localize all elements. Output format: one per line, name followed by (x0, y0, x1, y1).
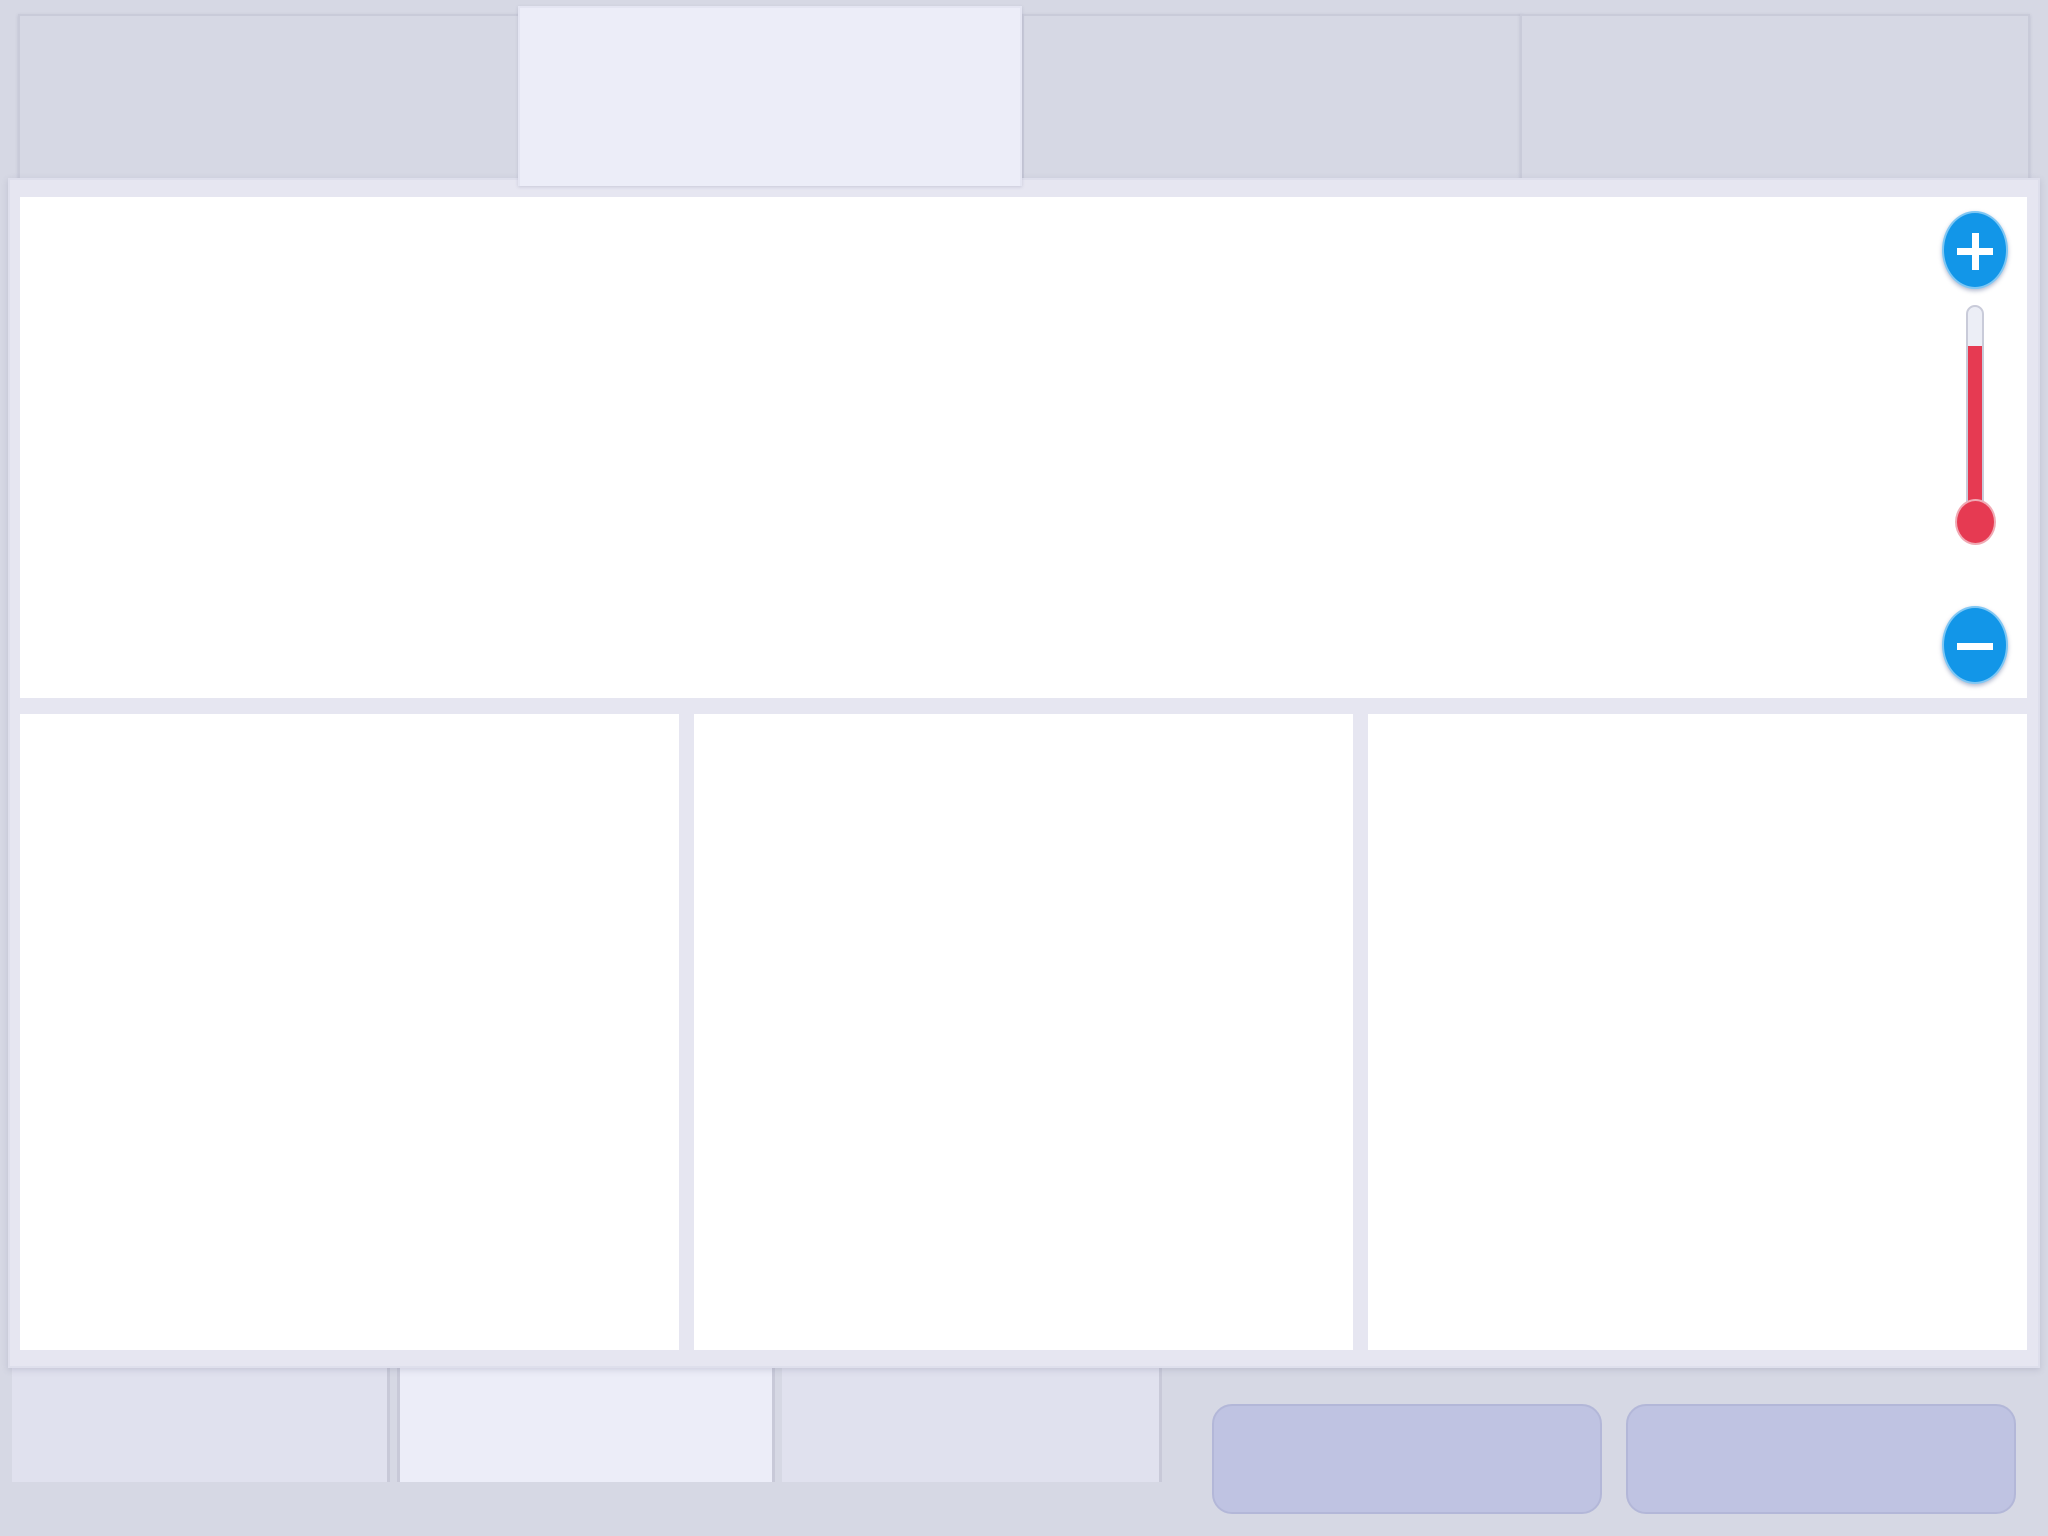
sub-panel-center[interactable] (694, 714, 1353, 1350)
tab-1[interactable] (18, 14, 520, 180)
bottom-tab-3[interactable] (782, 1368, 1162, 1482)
bottom-tab-2[interactable] (397, 1368, 775, 1482)
tab-4[interactable] (1520, 14, 2030, 180)
bottom-tab-1[interactable] (12, 1368, 390, 1482)
sub-panel-left[interactable] (20, 714, 679, 1350)
action-button-1[interactable] (1212, 1404, 1602, 1514)
sub-panel-right[interactable] (1368, 714, 2027, 1350)
zoom-in-button[interactable] (1942, 211, 2008, 289)
zoom-slider-handle[interactable] (1955, 499, 1996, 545)
app-window (0, 0, 2048, 1536)
main-view-panel[interactable] (20, 197, 2027, 698)
zoom-out-button[interactable] (1942, 606, 2008, 684)
tab-2[interactable] (518, 6, 1022, 186)
tab-3[interactable] (1022, 14, 1522, 180)
action-button-2[interactable] (1626, 1404, 2016, 1514)
zoom-slider-fill (1968, 346, 1982, 515)
